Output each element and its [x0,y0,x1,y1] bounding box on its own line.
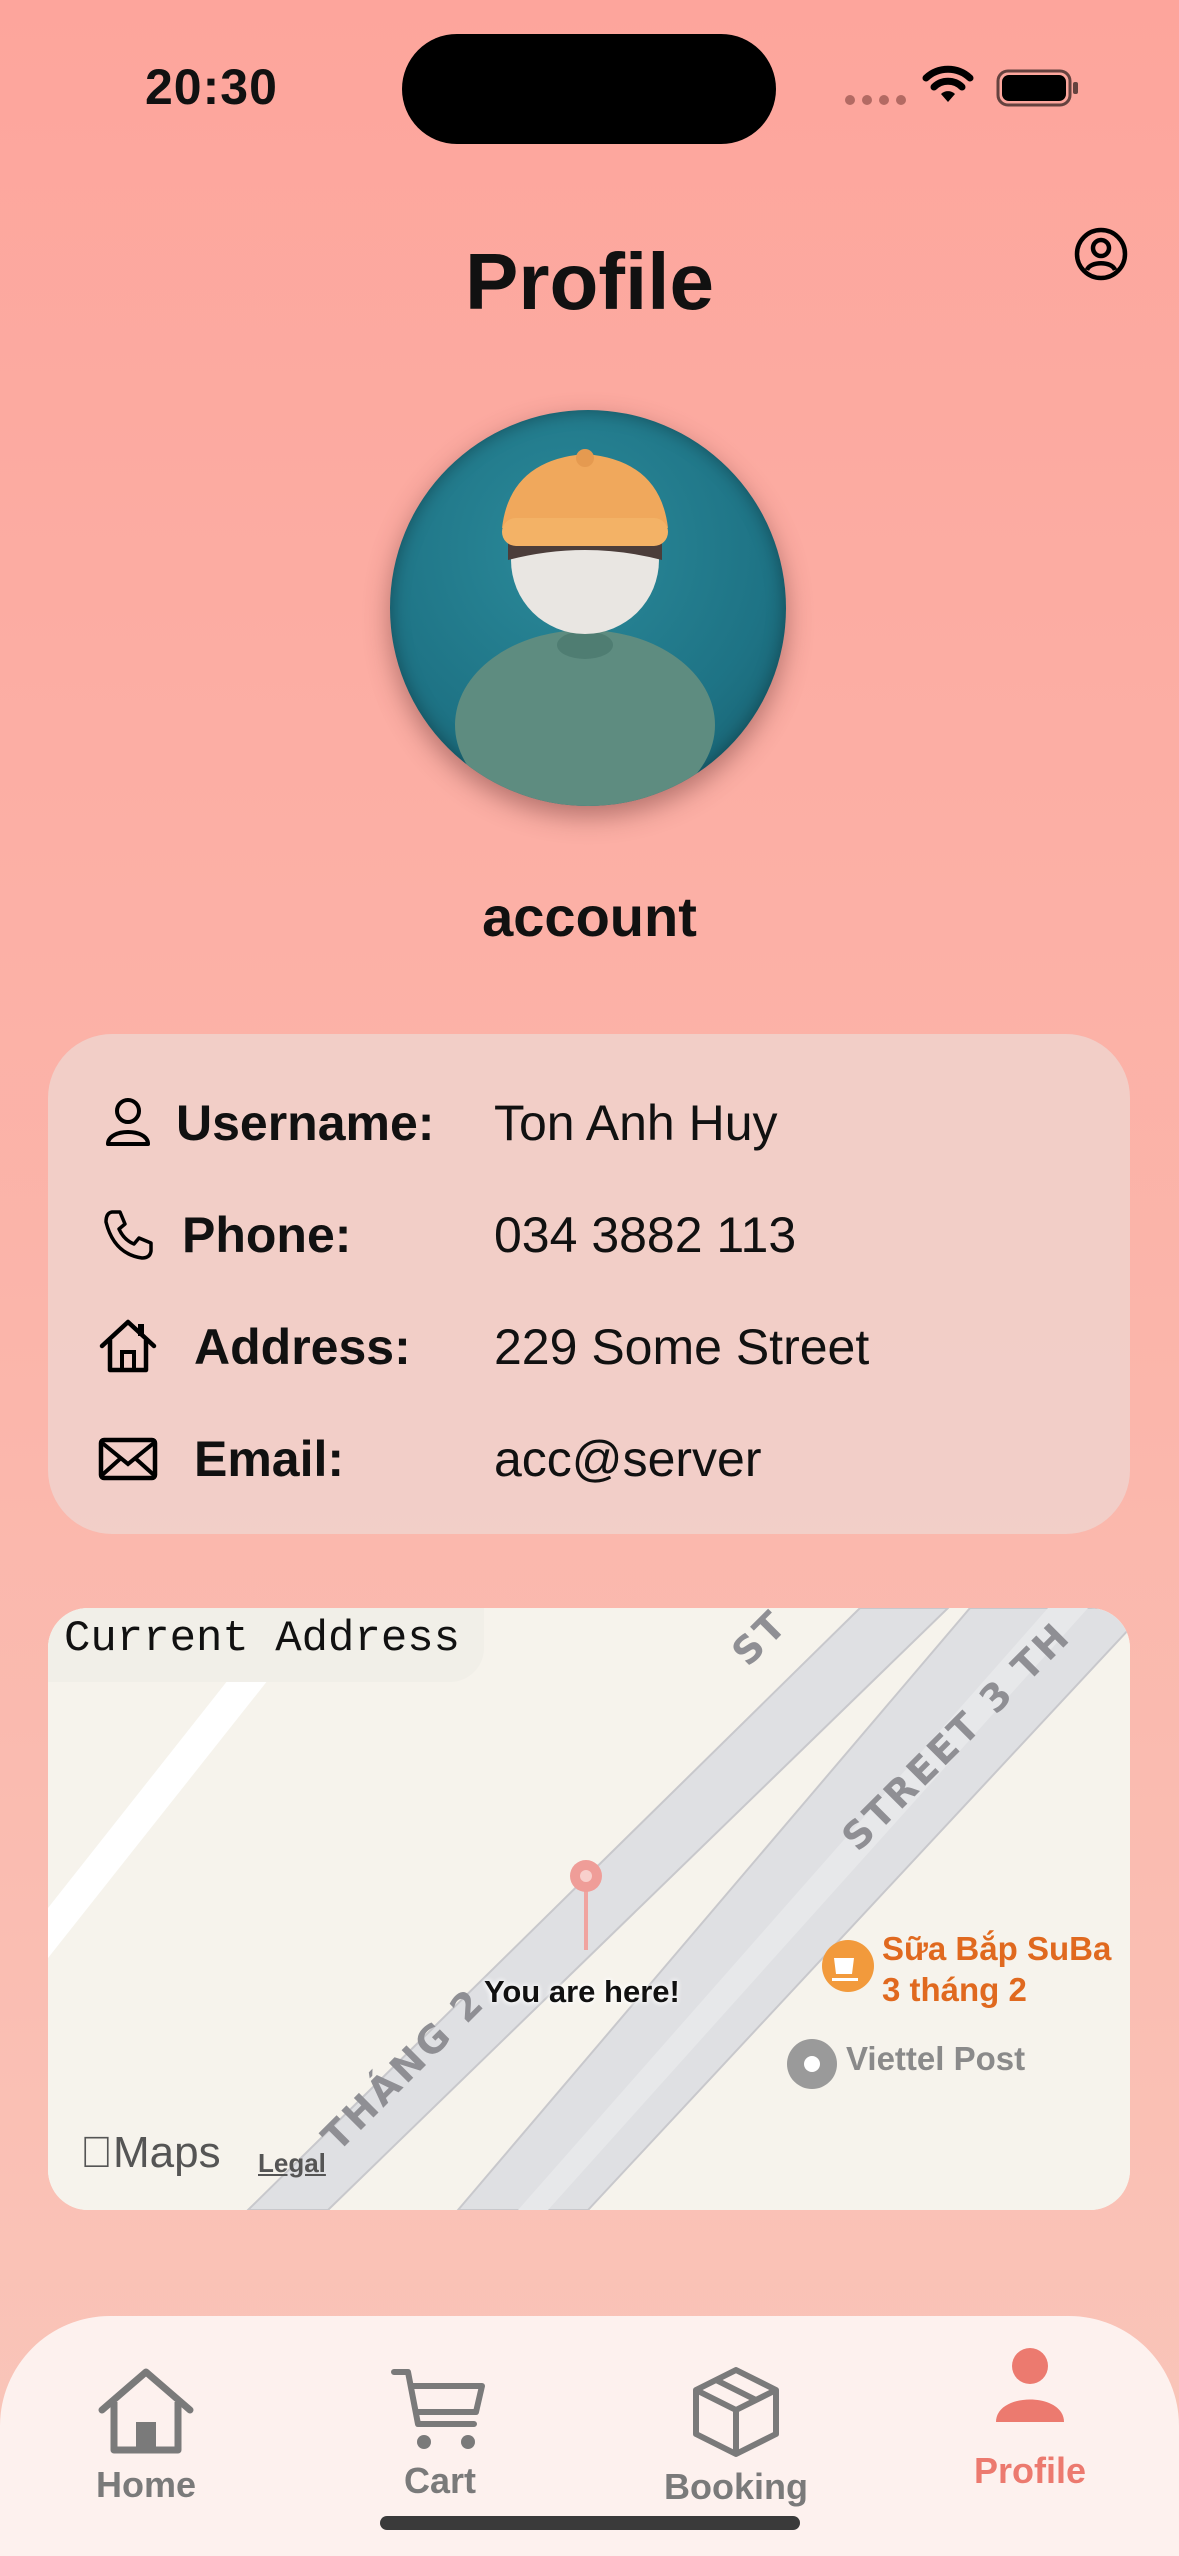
username-label: Username: [176,1095,435,1151]
poi-cafe-street: 3 tháng 2 [882,1971,1027,2008]
house-icon [98,2368,194,2454]
email-label: Email: [194,1431,345,1487]
phone-icon [104,1210,153,1260]
status-bar: 20:30 [0,0,1179,170]
envelope-icon [98,1437,158,1481]
map-pin-label: You are here! [484,1974,680,2009]
info-row-username: Username: Ton Anh Huy [48,1082,1130,1162]
email-value: acc@server [494,1431,762,1487]
page-title: Profile [465,237,714,326]
info-row-address: Address: 229 Some Street [48,1306,1130,1386]
map-title: Current Address [48,1608,485,1682]
battery-icon [996,69,1078,107]
tab-profile-label: Profile [973,2450,1087,2491]
person-circle-icon[interactable] [1073,226,1129,282]
wifi-icon [922,65,974,102]
dynamic-island [402,34,776,144]
info-row-email: Email: acc@server [48,1418,1130,1498]
house-icon [99,1319,157,1373]
tab-home[interactable]: Home [46,2316,246,2516]
cellular-signal-icon [845,95,906,105]
home-indicator [380,2516,800,2530]
person-icon [106,1098,150,1146]
phone-label: Phone: [182,1207,352,1263]
poi-viettel[interactable]: Viettel Post [846,2040,1025,2078]
profile-info-card: Username: Ton Anh Huy Phone: 034 3882 11… [48,1034,1130,1534]
cart-icon [391,2369,485,2449]
poi-cafe-name: Sữa Bắp SuBa [882,1930,1112,1967]
person-fill-icon [996,2348,1064,2422]
apple-maps-logo: Maps [80,2128,221,2178]
address-value: 229 Some Street [494,1319,870,1375]
poi-cafe[interactable]: Sữa Bắp SuBa 3 tháng 2 [882,1928,1111,2010]
tab-cart-label: Cart [403,2460,477,2501]
avatar-illustration [455,449,715,806]
tab-cart[interactable]: Cart [340,2316,540,2516]
maps-brand: Maps [80,2128,221,2177]
status-time: 20:30 [145,59,278,115]
account-name: account [482,885,697,948]
tab-booking-label: Booking [664,2466,808,2507]
avatar [390,410,786,806]
current-address-map[interactable]: THÁNG 2 STREET 3 TH ST Current Address Y… [48,1608,1130,2210]
box-icon [693,2367,779,2457]
map-streets: THÁNG 2 STREET 3 TH ST [48,1608,1130,2210]
address-label: Address: [194,1319,411,1375]
username-value: Ton Anh Huy [494,1095,778,1151]
apple-icon:  [80,2128,113,2177]
tab-profile[interactable]: Profile [930,2316,1130,2516]
phone-value: 034 3882 113 [494,1207,797,1263]
tab-home-label: Home [95,2464,197,2505]
legal-link[interactable]: Legal [258,2148,326,2179]
info-row-phone: Phone: 034 3882 113 [48,1194,1130,1274]
tab-booking[interactable]: Booking [636,2316,836,2516]
